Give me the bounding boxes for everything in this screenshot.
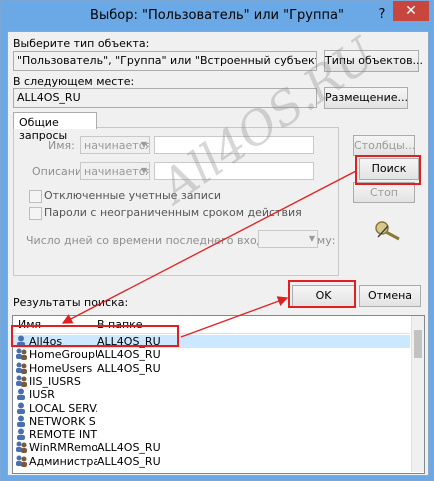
dialog-window: Выбор: "Пользователь" или "Группа" ? ✕ В…: [0, 0, 434, 481]
arrow-to-result: [61, 170, 357, 324]
annotation-arrows: [61, 170, 357, 338]
arrow-to-ok: [180, 296, 289, 338]
